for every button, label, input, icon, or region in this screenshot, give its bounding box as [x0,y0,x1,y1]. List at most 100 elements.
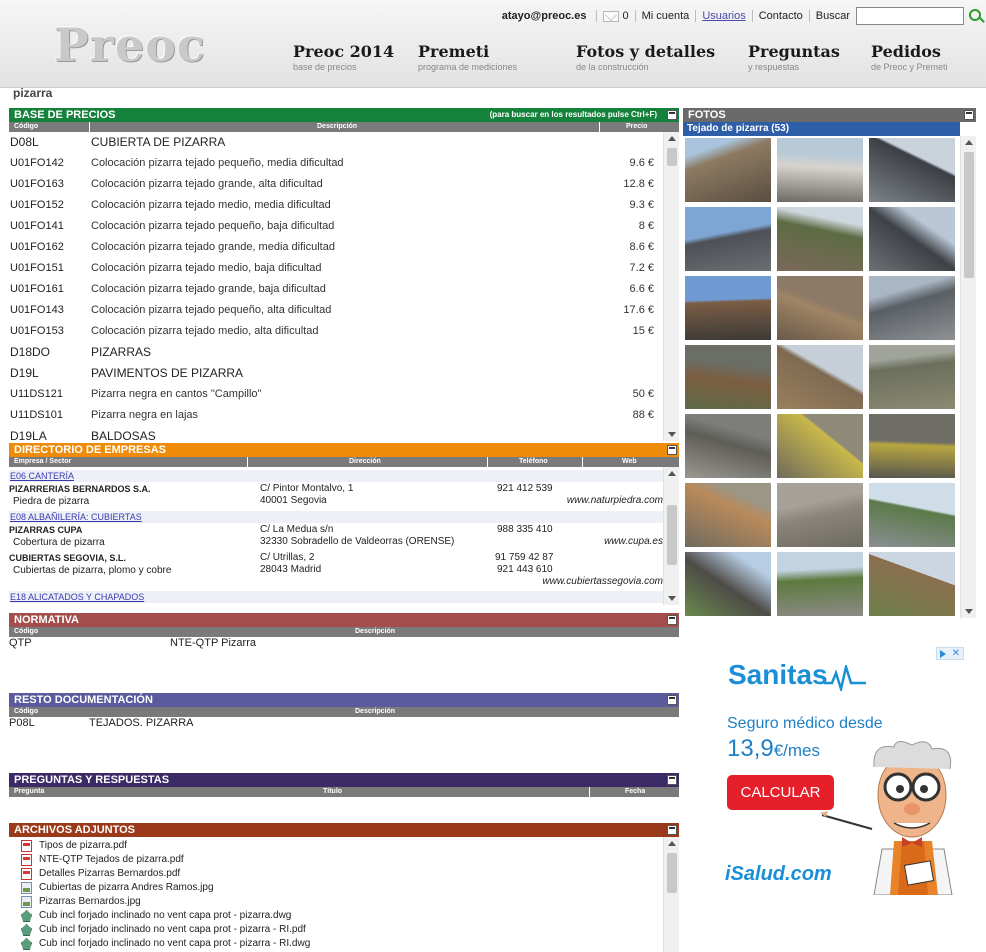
photo-thumbnail[interactable] [869,276,955,340]
fotos-scrollbar[interactable] [960,136,976,618]
sector-albanileria-cubiertas[interactable]: E08 ALBAÑILERÍA: CUBIERTAS [9,511,664,523]
attachment-name[interactable]: NTE-QTP Tejados de pizarra.pdf [39,853,184,867]
price-value: 8.6 € [629,241,654,253]
nav-fotos-detalles[interactable]: Fotos y detalles de la construcción [576,42,715,72]
price-item-row[interactable]: U01FO153 Colocación pizarra tejado medio,… [9,321,664,341]
photo-thumbnail[interactable] [685,207,771,271]
base-precios-scrollbar[interactable] [663,132,679,441]
attachment-item[interactable]: Cub incl forjado inclinado no vent capa … [21,909,291,923]
photo-thumbnail[interactable] [685,138,771,202]
photo-thumbnail[interactable] [777,138,863,202]
mail-icon[interactable] [603,10,620,22]
sector-canteria[interactable]: E06 CANTERÍA [9,470,664,482]
price-item-row[interactable]: U01FO143 Colocación pizarra tejado pequeñ… [9,300,664,320]
price-code: U01FO153 [10,325,64,337]
attachment-name[interactable]: Cub incl forjado inclinado no vent capa … [39,909,291,923]
photo-thumbnail[interactable] [869,345,955,409]
photo-thumbnail[interactable] [777,345,863,409]
directorio-scrollbar[interactable] [663,467,679,605]
minimize-icon[interactable] [964,110,974,120]
price-description: Colocación pizarra tejado grande, alta d… [91,178,323,190]
attachment-name[interactable]: Cub incl forjado inclinado no vent capa … [39,923,306,937]
minimize-icon[interactable] [667,615,677,625]
company-web[interactable]: www.cupa.es [604,536,663,547]
company-web[interactable]: www.cubiertassegovia.com [542,576,663,587]
minimize-icon[interactable] [667,110,677,120]
directorio-columns: Empresa / Sector Dirección Teléfono Web [9,457,679,467]
nav-preguntas[interactable]: Preguntas y respuestas [748,42,840,72]
price-category-row[interactable]: D19LA BALDOSAS [9,426,664,441]
attachment-item[interactable]: Cubiertas de pizarra Andres Ramos.jpg [21,881,214,895]
attachment-item[interactable]: Cub incl forjado inclinado no vent capa … [21,923,306,937]
messages-count: 0 [622,10,629,22]
price-item-row[interactable]: U11DS101 Pizarra negra en lajas 88 € [9,405,664,425]
photo-thumbnail[interactable] [685,552,771,616]
photo-thumbnail[interactable] [869,414,955,478]
photo-thumbnail[interactable] [777,414,863,478]
company-web[interactable]: www.naturpiedra.com [567,495,663,506]
attachment-name[interactable]: Tipos de pizarra.pdf [39,839,127,853]
photo-thumbnail[interactable] [869,552,955,616]
search-input[interactable] [856,7,964,25]
sector-alicatados-chapados[interactable]: E18 ALICATADOS Y CHAPADOS [9,591,664,603]
nav-premeti[interactable]: Premeti programa de mediciones [418,42,517,72]
price-item-row[interactable]: U01FO142 Colocación pizarra tejado pequeñ… [9,153,664,173]
minimize-icon[interactable] [667,825,677,835]
minimize-icon[interactable] [667,695,677,705]
ad-choices-icon[interactable]: ✕ [936,647,964,660]
album-title[interactable]: Tejado de pizarra (53) [683,122,960,136]
dwg-file-icon [21,910,32,922]
photo-thumbnail[interactable] [685,345,771,409]
price-item-row[interactable]: U01FO163 Colocación pizarra tejado grande… [9,174,664,194]
price-description: BALDOSAS [91,429,156,441]
photo-thumbnail[interactable] [777,207,863,271]
photo-thumbnail[interactable] [869,138,955,202]
normativa-row[interactable]: QTP NTE-QTP Pizarra [9,637,664,651]
company-name[interactable]: CUBIERTAS SEGOVIA, S.L. [9,553,126,563]
photo-thumbnail[interactable] [685,483,771,547]
price-code: U01FO141 [10,220,64,232]
attachment-item[interactable]: Pizarras Bernardos.jpg [21,895,141,909]
attachment-name[interactable]: Cub incl forjado inclinado no vent capa … [39,937,310,951]
attachment-item[interactable]: Tipos de pizarra.pdf [21,839,127,853]
resto-row[interactable]: P08L TEJADOS. PIZARRA [9,717,664,731]
attachment-name[interactable]: Detalles Pizarras Bernardos.pdf [39,867,180,881]
photo-thumbnail[interactable] [685,414,771,478]
company-name[interactable]: PIZARRAS CUPA [9,525,82,535]
price-item-row[interactable]: U01FO161 Colocación pizarra tejado grande… [9,279,664,299]
price-item-row[interactable]: U01FO141 Colocación pizarra tejado pequeñ… [9,216,664,236]
price-code: U01FO151 [10,262,64,274]
sanitas-ad[interactable]: ✕ Sanitas Seguro médico desde 13,9€/mes … [712,645,966,895]
my-account-link[interactable]: Mi cuenta [642,10,690,22]
search-icon[interactable] [966,7,986,25]
minimize-icon[interactable] [667,775,677,785]
photo-thumbnail[interactable] [777,483,863,547]
price-category-row[interactable]: D19L PAVIMENTOS DE PIZARRA [9,363,664,383]
price-item-row[interactable]: U01FO151 Colocación pizarra tejado medio,… [9,258,664,278]
price-item-row[interactable]: U01FO152 Colocación pizarra tejado medio,… [9,195,664,215]
attachment-name[interactable]: Cubiertas de pizarra Andres Ramos.jpg [39,881,214,895]
photo-thumbnail[interactable] [685,276,771,340]
nav-pedidos[interactable]: Pedidos de Preoc y Premeti [871,42,948,72]
archivos-scrollbar[interactable] [663,837,679,952]
preoc-logo[interactable]: Preoc [54,18,206,72]
price-item-row[interactable]: U11DS121 Pizarra negra en cantos "Campill… [9,384,664,404]
company-name[interactable]: PIZARRERIAS BERNARDOS S.A. [9,484,151,494]
attachment-name[interactable]: Pizarras Bernardos.jpg [39,895,141,909]
pdf-file-icon [21,854,32,866]
attachment-item[interactable]: Detalles Pizarras Bernardos.pdf [21,867,180,881]
minimize-icon[interactable] [667,445,677,455]
nav-preoc-2014[interactable]: Preoc 2014 base de precios [293,42,394,72]
photo-thumbnail[interactable] [777,276,863,340]
attachment-item[interactable]: Cub incl forjado inclinado no vent capa … [21,937,310,951]
ad-line1: Seguro médico desde [727,715,883,732]
users-link[interactable]: Usuarios [702,10,745,22]
photo-thumbnail[interactable] [869,207,955,271]
price-category-row[interactable]: D18DO PIZARRAS [9,342,664,362]
attachment-item[interactable]: NTE-QTP Tejados de pizarra.pdf [21,853,184,867]
photo-thumbnail[interactable] [777,552,863,616]
price-item-row[interactable]: U01FO162 Colocación pizarra tejado grande… [9,237,664,257]
price-category-row[interactable]: D08L CUBIERTA DE PIZARRA [9,132,664,152]
photo-thumbnail[interactable] [869,483,955,547]
contact-link[interactable]: Contacto [759,10,803,22]
